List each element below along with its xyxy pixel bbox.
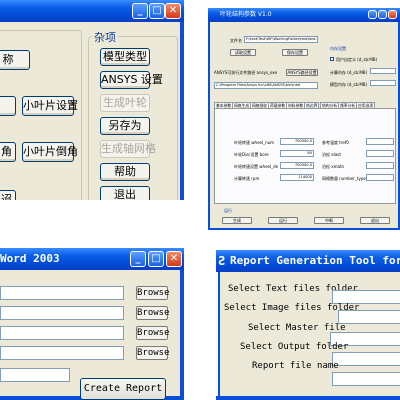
row-3-field[interactable]: 700000.0 <box>280 162 314 169</box>
chamfer-button[interactable]: 角 <box>0 142 16 162</box>
group-misc-label: 杂项 <box>92 29 118 45</box>
row-2-field-2[interactable] <box>366 150 394 157</box>
image-folder-input[interactable] <box>338 310 400 324</box>
window-frame-bottom <box>216 396 400 400</box>
row-4-field[interactable]: 114000 <box>280 174 314 181</box>
create-report-button[interactable]: Create Report <box>80 378 166 400</box>
minimize-button[interactable] <box>368 10 377 19</box>
ansys-path-button[interactable]: ANSYS路径设置 <box>286 69 318 76</box>
close-button[interactable]: ✕ <box>166 251 182 267</box>
text-folder-field[interactable] <box>0 286 124 300</box>
model-type-button[interactable]: 模型类型 <box>100 48 150 66</box>
small-blade-chamfer-button[interactable]: 小叶片倒角 <box>22 142 78 162</box>
ansys-exe-label: ANSYS可执行文件路径 ansys_exe <box>214 70 278 75</box>
browse-button-1[interactable]: Browse <box>136 286 170 300</box>
compute-memory-label: 计算内存 (d_sb:MB) <box>330 70 368 75</box>
row-3-label-2: 泊松 xmatn <box>322 164 345 169</box>
browse-button-4[interactable]: Browse <box>136 346 170 360</box>
maximize-button[interactable]: □ <box>149 3 165 19</box>
report-name-label: Report file name <box>252 361 339 371</box>
title-bar: Ƨ Report Generation Tool for Pow <box>216 250 400 272</box>
generate-button[interactable]: 生成 <box>222 217 252 224</box>
ansys-path-field[interactable]: C:\Program Files\Ansys Inc\v80\ANSYS\bin… <box>214 82 318 89</box>
output-folder-field[interactable] <box>0 346 124 360</box>
image-folder-field[interactable] <box>0 306 124 320</box>
interrupt-button[interactable]: 中断 <box>314 217 344 224</box>
file-label: 文件名 <box>230 38 242 43</box>
run-group-label: 运行 <box>224 208 232 213</box>
row-4-label: 计算转速 rpm <box>234 176 260 181</box>
report-name-input[interactable] <box>332 372 400 386</box>
generate-impeller-button[interactable]: 生成叶轮 <box>100 94 150 112</box>
file-field[interactable]: F:\test\Test\WF\WorkingFolder\test\test.… <box>244 36 318 43</box>
title-bar: Word 2003 _ □ ✕ <box>0 248 184 270</box>
generate-shaft-mesh-button[interactable]: 生成轴网格 <box>100 140 156 158</box>
window-title: Report Generation Tool for Pow <box>230 254 400 267</box>
model-memory-field[interactable] <box>370 80 396 86</box>
app-icon: Ƨ <box>218 254 226 268</box>
small-blade-settings-button[interactable]: 小叶片设置 <box>22 96 78 116</box>
row-1-label: 叶轮转速 wheel_num <box>234 140 275 145</box>
row-3-label: 叶轮转速设置 wheel_de <box>234 164 279 169</box>
custom-memory-label: 用户自定义 (d_sb:MB) <box>336 57 378 62</box>
row-3-field-2[interactable] <box>366 162 394 169</box>
report-name-field[interactable] <box>0 368 70 382</box>
window-bottom-right: Ƨ Report Generation Tool for Pow Select … <box>216 250 400 400</box>
window-bottom-left: Word 2003 _ □ ✕ Browse Browse Browse Bro… <box>0 248 184 400</box>
exit-button[interactable]: 退出 <box>100 186 150 200</box>
row-1-field-2[interactable] <box>366 138 394 145</box>
window-title: 叶轮结构参数 V1.0 <box>220 11 272 18</box>
window-frame-right <box>180 270 184 400</box>
run-button[interactable]: 运行 <box>268 217 298 224</box>
ansys-settings-button[interactable]: ANSYS 设置 <box>100 71 163 89</box>
title-bar: 叶轮结构参数 V1.0 <box>208 8 400 22</box>
window-top-left: _ □ ✕ 称 小叶片设置 角 小叶片倒角 迢 杂项 模型类型 ANSYS 设置… <box>0 0 184 200</box>
maximize-button[interactable] <box>378 10 387 19</box>
minimize-button[interactable]: _ <box>132 3 148 19</box>
window-body: Browse Browse Browse Browse Create Repor… <box>0 270 180 400</box>
title-bar: _ □ ✕ <box>0 0 184 22</box>
minimize-button[interactable]: _ <box>130 251 146 267</box>
help-button[interactable]: 帮助 <box>100 163 150 181</box>
master-file-field[interactable] <box>0 326 124 340</box>
window-top-right: 叶轮结构参数 V1.0 文件名 F:\test\Test\WF\WorkingF… <box>208 8 400 230</box>
row-2-label: 叶轮Disc设置 bore <box>234 152 269 157</box>
name-button[interactable]: 称 <box>0 50 30 70</box>
row-2-label-2: 泊松 elast <box>322 152 341 157</box>
close-button[interactable]: ✕ <box>165 3 181 19</box>
row-4-field-2[interactable] <box>366 174 394 181</box>
custom-memory-checkbox[interactable] <box>330 57 334 61</box>
left-button-5[interactable]: 迢 <box>0 190 16 200</box>
row-4-label-2: 网格数量 number_type <box>322 176 366 181</box>
model-memory-label: 模型内存 (d_sb:MB) <box>330 82 368 87</box>
row-2-field[interactable]: 80 <box>280 150 314 157</box>
output-folder-input[interactable] <box>332 352 400 366</box>
window-body: 称 小叶片设置 角 小叶片倒角 迢 杂项 模型类型 ANSYS 设置 生成叶轮 … <box>0 22 180 200</box>
save-as-button[interactable]: 另存为 <box>100 117 150 135</box>
text-folder-input[interactable] <box>332 290 400 304</box>
window-title: Word 2003 <box>0 252 60 265</box>
close-button[interactable] <box>388 10 397 19</box>
row-1-field[interactable]: 700000.0 <box>280 138 314 145</box>
save-settings-button[interactable]: 保存设置 <box>282 49 308 56</box>
window-body: 文件名 F:\test\Test\WF\WorkingFolder\test\t… <box>208 22 400 230</box>
read-settings-button[interactable]: 读取设置 <box>230 49 256 56</box>
window-frame-right <box>180 22 184 200</box>
browse-button-3[interactable]: Browse <box>136 326 170 340</box>
maximize-button[interactable]: □ <box>148 251 164 267</box>
memory-group-label: 内存设置 <box>330 46 346 51</box>
quit-button[interactable]: 退出 <box>360 217 390 224</box>
row-1-label-2: 参考温度 tref0 <box>322 140 349 145</box>
left-button-2[interactable] <box>0 96 16 116</box>
compute-memory-field[interactable] <box>370 68 396 74</box>
output-folder-label: Select Output folder <box>240 342 349 352</box>
browse-button-2[interactable]: Browse <box>136 306 170 320</box>
window-body: Select Text files folder Select Image fi… <box>218 272 400 396</box>
